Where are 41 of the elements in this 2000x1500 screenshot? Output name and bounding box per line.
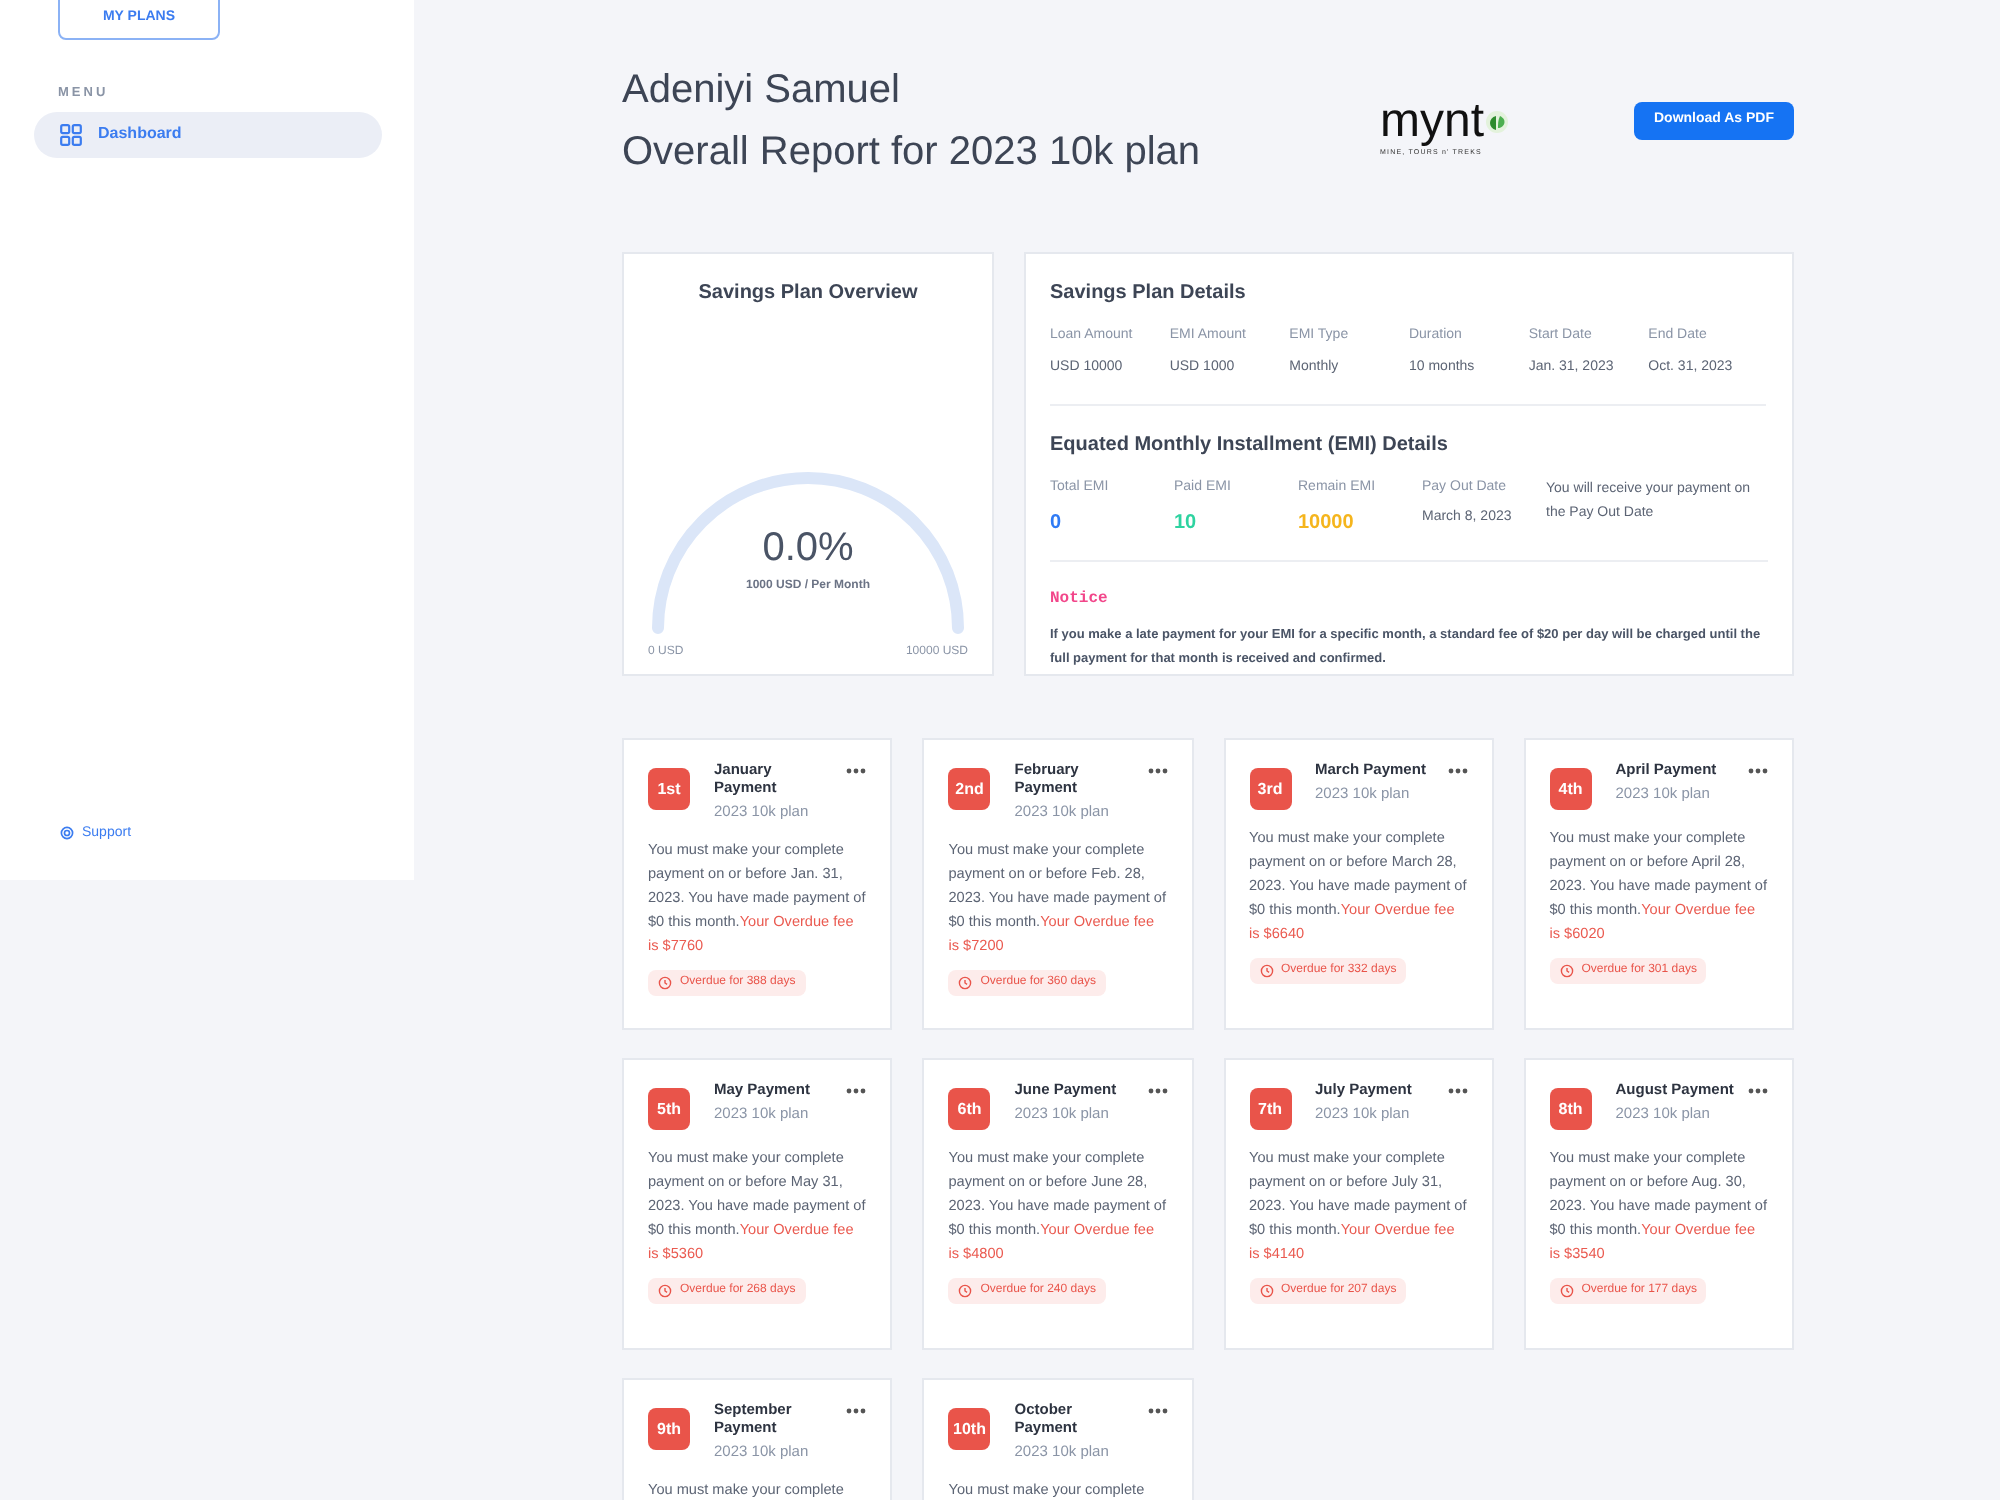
clock-icon (1559, 964, 1574, 978)
user-name: Adeniyi Samuel (622, 66, 902, 116)
field-value: 10 (1174, 509, 1199, 537)
support-icon (60, 826, 74, 841)
card-title: Savings Plan Overview (698, 280, 918, 308)
month-badge: 6th (948, 1088, 991, 1130)
clock-icon (658, 1284, 672, 1298)
clock-icon (958, 976, 973, 991)
clock-icon (1559, 1284, 1574, 1298)
more-icon[interactable] (1147, 1408, 1167, 1414)
notice-title: Notice (1050, 587, 1110, 611)
month-badge: 5th (648, 1088, 690, 1130)
more-icon[interactable] (846, 1408, 867, 1414)
more-icon[interactable] (1748, 768, 1768, 774)
grid-icon (60, 123, 82, 146)
clock-icon (958, 1284, 973, 1298)
clock-icon (1259, 964, 1273, 978)
month-badge: 9th (648, 1408, 690, 1450)
field-value: 0 (1050, 509, 1064, 537)
field-value: 10000 (1298, 509, 1356, 537)
month-badge: 7th (1249, 1088, 1291, 1130)
month-badge: 3rd (1249, 768, 1291, 810)
more-icon[interactable] (1447, 768, 1468, 774)
section-title: Savings Plan Details (1050, 280, 1248, 308)
month-badge: 8th (1549, 1088, 1592, 1130)
more-icon[interactable] (1147, 768, 1167, 774)
month-badge: 10th (948, 1408, 991, 1450)
more-icon[interactable] (1447, 1088, 1468, 1094)
report-title: Overall Report for 2023 10k plan (622, 128, 1203, 178)
clock-icon (658, 976, 672, 991)
more-icon[interactable] (1147, 1088, 1167, 1094)
more-icon[interactable] (1748, 1088, 1768, 1094)
month-badge: 2nd (948, 768, 991, 810)
month-badge: 1st (648, 768, 690, 810)
month-badge: 4th (1549, 768, 1592, 810)
section-title: Equated Monthly Installment (EMI) Details (1050, 432, 1450, 460)
more-icon[interactable] (846, 768, 867, 774)
sidebar-item[interactable]: Dashboard (34, 111, 382, 158)
percent-value: 0.0% (762, 524, 854, 574)
clock-icon (1259, 1284, 1273, 1298)
more-icon[interactable] (846, 1088, 867, 1094)
